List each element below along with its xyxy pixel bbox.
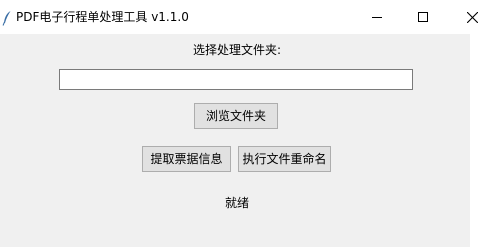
title-bar[interactable]: PDF电子行程单处理工具 v1.1.0 xyxy=(0,0,499,34)
close-button[interactable] xyxy=(446,0,499,34)
extract-info-button[interactable]: 提取票据信息 xyxy=(142,146,231,172)
maximize-button[interactable] xyxy=(400,0,446,34)
window-title: PDF电子行程单处理工具 v1.1.0 xyxy=(16,10,189,24)
feather-icon xyxy=(2,10,12,26)
close-icon xyxy=(467,11,478,23)
rename-files-button[interactable]: 执行文件重命名 xyxy=(238,146,331,172)
minimize-button[interactable] xyxy=(354,0,400,34)
window-edge xyxy=(470,34,499,247)
minimize-icon xyxy=(372,17,382,18)
main-panel: 选择处理文件夹: 浏览文件夹 提取票据信息 执行文件重命名 就绪 xyxy=(0,34,470,247)
folder-label: 选择处理文件夹: xyxy=(192,43,282,57)
status-label: 就绪 xyxy=(224,196,249,210)
folder-path-input[interactable] xyxy=(59,69,413,90)
browse-folder-button[interactable]: 浏览文件夹 xyxy=(194,103,278,129)
maximize-icon xyxy=(418,12,428,22)
